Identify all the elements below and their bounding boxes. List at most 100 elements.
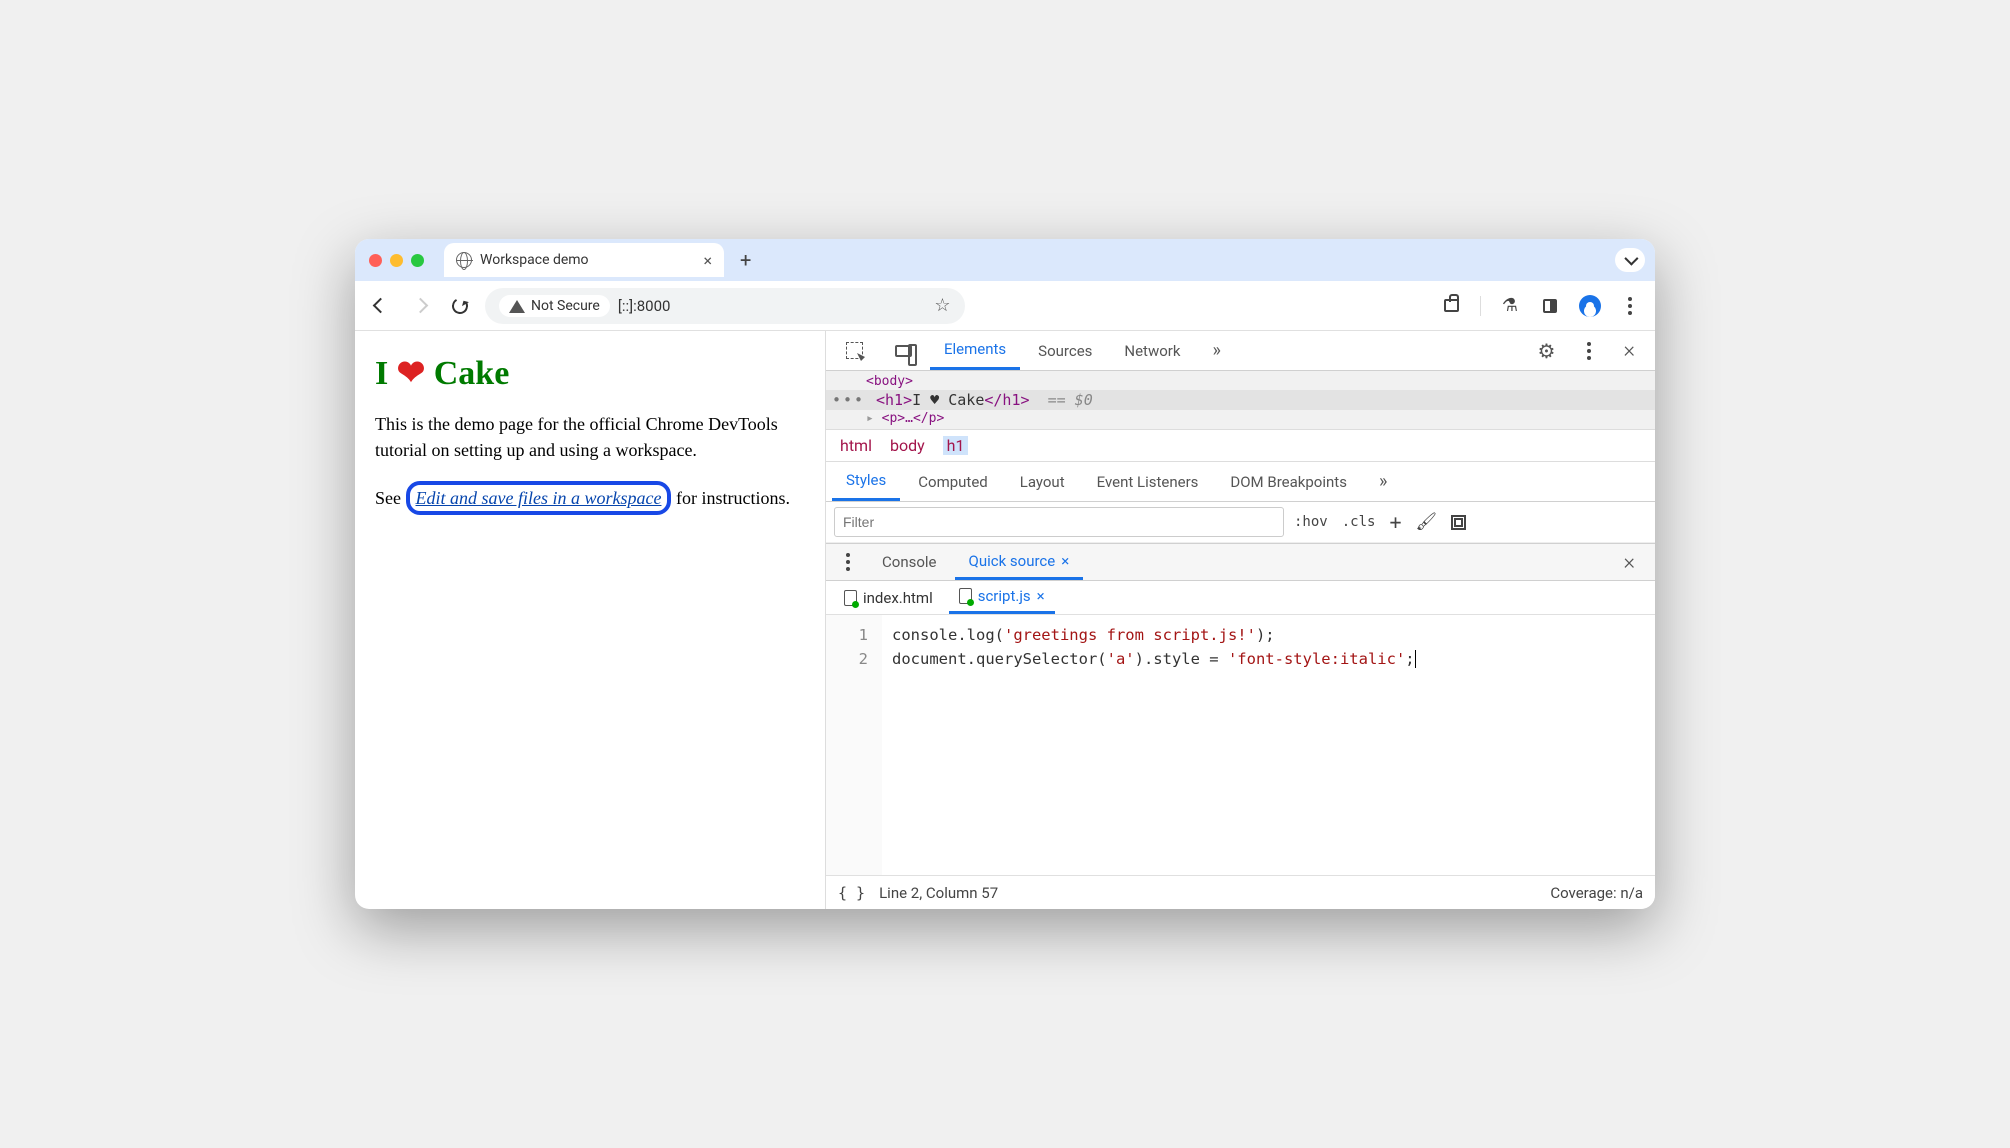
breadcrumb-item-selected[interactable]: h1 — [943, 436, 969, 455]
styles-tabs: Styles Computed Layout Event Listeners D… — [826, 462, 1655, 502]
tab-list-button[interactable] — [1615, 248, 1645, 272]
computed-box-icon[interactable] — [1451, 515, 1466, 530]
browser-window: Workspace demo × + Not Secure [::]:8000 … — [355, 239, 1655, 909]
tag: </h1> — [984, 391, 1029, 409]
drawer-tabs: Console Quick source × × — [826, 543, 1655, 581]
dom-breadcrumb: html body h1 — [826, 429, 1655, 462]
link-paragraph: See Edit and save files in a workspace f… — [375, 481, 805, 515]
file-tab-index[interactable]: index.html — [834, 581, 943, 614]
styles-filter-input[interactable] — [834, 507, 1284, 537]
back-button[interactable] — [365, 291, 395, 321]
page-heading: I ❤ Cake — [375, 353, 805, 393]
settings-button[interactable]: ⚙ — [1524, 331, 1570, 370]
class-toggle[interactable]: .cls — [1342, 514, 1376, 530]
file-tabs: index.html script.js × — [826, 581, 1655, 615]
url-text: [::]:8000 — [618, 297, 671, 315]
ellipsis-icon[interactable]: ••• — [832, 391, 865, 409]
breadcrumb-item[interactable]: html — [840, 436, 872, 455]
dom-node[interactable]: <body> — [826, 373, 1655, 390]
kebab-icon — [1587, 342, 1591, 360]
warning-icon — [509, 292, 525, 313]
side-panel-button[interactable] — [1535, 291, 1565, 321]
reload-icon — [450, 296, 470, 316]
line-gutter: 12 — [826, 615, 882, 875]
dom-node-selected[interactable]: ••• <h1>I ♥ Cake</h1> == $0 — [826, 390, 1655, 410]
tab-styles[interactable]: Styles — [832, 462, 900, 501]
security-label: Not Secure — [531, 298, 600, 314]
tab-label: Quick source — [969, 552, 1056, 570]
panel-icon — [1543, 299, 1557, 313]
kebab-icon — [846, 553, 850, 571]
selection-ref: == $0 — [1048, 391, 1093, 409]
reload-button[interactable] — [445, 291, 475, 321]
minimize-window-button[interactable] — [390, 254, 403, 267]
devtools-panel: Elements Sources Network » ⚙ × <body> ••… — [825, 331, 1655, 909]
tab-elements[interactable]: Elements — [930, 331, 1020, 370]
devtools-menu-button[interactable] — [1573, 331, 1605, 370]
cursor-position: Line 2, Column 57 — [879, 884, 998, 902]
text: See — [375, 488, 406, 508]
workspace-link[interactable]: Edit and save files in a workspace — [416, 488, 662, 508]
arrow-left-icon — [372, 298, 388, 314]
security-chip[interactable]: Not Secure — [499, 295, 610, 317]
main-content: I ❤ Cake This is the demo page for the o… — [355, 331, 1655, 909]
inspect-icon — [846, 342, 863, 359]
labs-button[interactable]: ⚗ — [1495, 291, 1525, 321]
code-editor[interactable]: 12 console.log('greetings from script.js… — [826, 615, 1655, 875]
tab-dom-breakpoints[interactable]: DOM Breakpoints — [1216, 462, 1361, 501]
tab-network[interactable]: Network — [1110, 331, 1194, 370]
more-tabs-button[interactable]: » — [1198, 331, 1234, 370]
tab-event-listeners[interactable]: Event Listeners — [1083, 462, 1213, 501]
device-toggle-button[interactable] — [881, 331, 926, 370]
close-window-button[interactable] — [369, 254, 382, 267]
breadcrumb-item[interactable]: body — [890, 436, 925, 455]
profile-button[interactable] — [1575, 291, 1605, 321]
tab-strip: Workspace demo × + — [355, 239, 1655, 281]
drawer-menu-button[interactable] — [832, 544, 864, 580]
omnibox[interactable]: Not Secure [::]:8000 ☆ — [485, 288, 965, 324]
coverage-status: Coverage: n/a — [1550, 884, 1643, 902]
h1-text: Cake — [425, 355, 509, 392]
close-devtools-button[interactable]: × — [1609, 331, 1649, 370]
devtools-main-tabs: Elements Sources Network » ⚙ × — [826, 331, 1655, 371]
dom-tree[interactable]: <body> ••• <h1>I ♥ Cake</h1> == $0 ▸ <p>… — [826, 371, 1655, 429]
forward-button[interactable] — [405, 291, 435, 321]
bookmark-button[interactable]: ☆ — [934, 295, 950, 316]
file-tab-script[interactable]: script.js × — [949, 581, 1055, 614]
heart-icon: ❤ — [397, 355, 426, 392]
tab-title: Workspace demo — [480, 252, 589, 268]
close-tab-button[interactable]: × — [703, 251, 712, 270]
h1-text: I — [375, 355, 397, 392]
tab-computed[interactable]: Computed — [904, 462, 1002, 501]
tab-quick-source[interactable]: Quick source × — [955, 544, 1084, 580]
chrome-menu-button[interactable] — [1615, 291, 1645, 321]
new-tab-button[interactable]: + — [732, 248, 759, 272]
maximize-window-button[interactable] — [411, 254, 424, 267]
hover-toggle[interactable]: :hov — [1294, 514, 1328, 530]
globe-icon — [456, 252, 472, 268]
window-controls — [365, 254, 424, 267]
puzzle-icon — [1444, 299, 1459, 312]
extensions-button[interactable] — [1436, 291, 1466, 321]
browser-tab[interactable]: Workspace demo × — [444, 243, 724, 277]
highlighted-link: Edit and save files in a workspace — [406, 481, 672, 515]
code-content[interactable]: console.log('greetings from script.js!')… — [882, 615, 1426, 875]
brush-icon[interactable]: 🖌 — [1415, 512, 1437, 532]
tab-layout[interactable]: Layout — [1006, 462, 1079, 501]
format-button[interactable]: { } — [838, 884, 865, 902]
intro-paragraph: This is the demo page for the official C… — [375, 411, 805, 463]
arrow-right-icon — [412, 298, 428, 314]
file-name: script.js — [978, 587, 1031, 605]
dom-node[interactable]: ▸ <p>…</p> — [826, 410, 1655, 427]
close-drawer-button[interactable]: × — [1609, 544, 1649, 580]
more-tabs-button[interactable]: » — [1365, 462, 1401, 501]
close-tab-icon[interactable]: × — [1061, 552, 1069, 570]
tab-sources[interactable]: Sources — [1024, 331, 1106, 370]
page-viewport: I ❤ Cake This is the demo page for the o… — [355, 331, 825, 909]
inspect-button[interactable] — [832, 331, 877, 370]
tab-console[interactable]: Console — [868, 544, 951, 580]
file-icon — [959, 588, 972, 604]
avatar-icon — [1579, 295, 1601, 317]
new-style-button[interactable]: + — [1389, 510, 1401, 534]
close-file-icon[interactable]: × — [1037, 587, 1045, 605]
